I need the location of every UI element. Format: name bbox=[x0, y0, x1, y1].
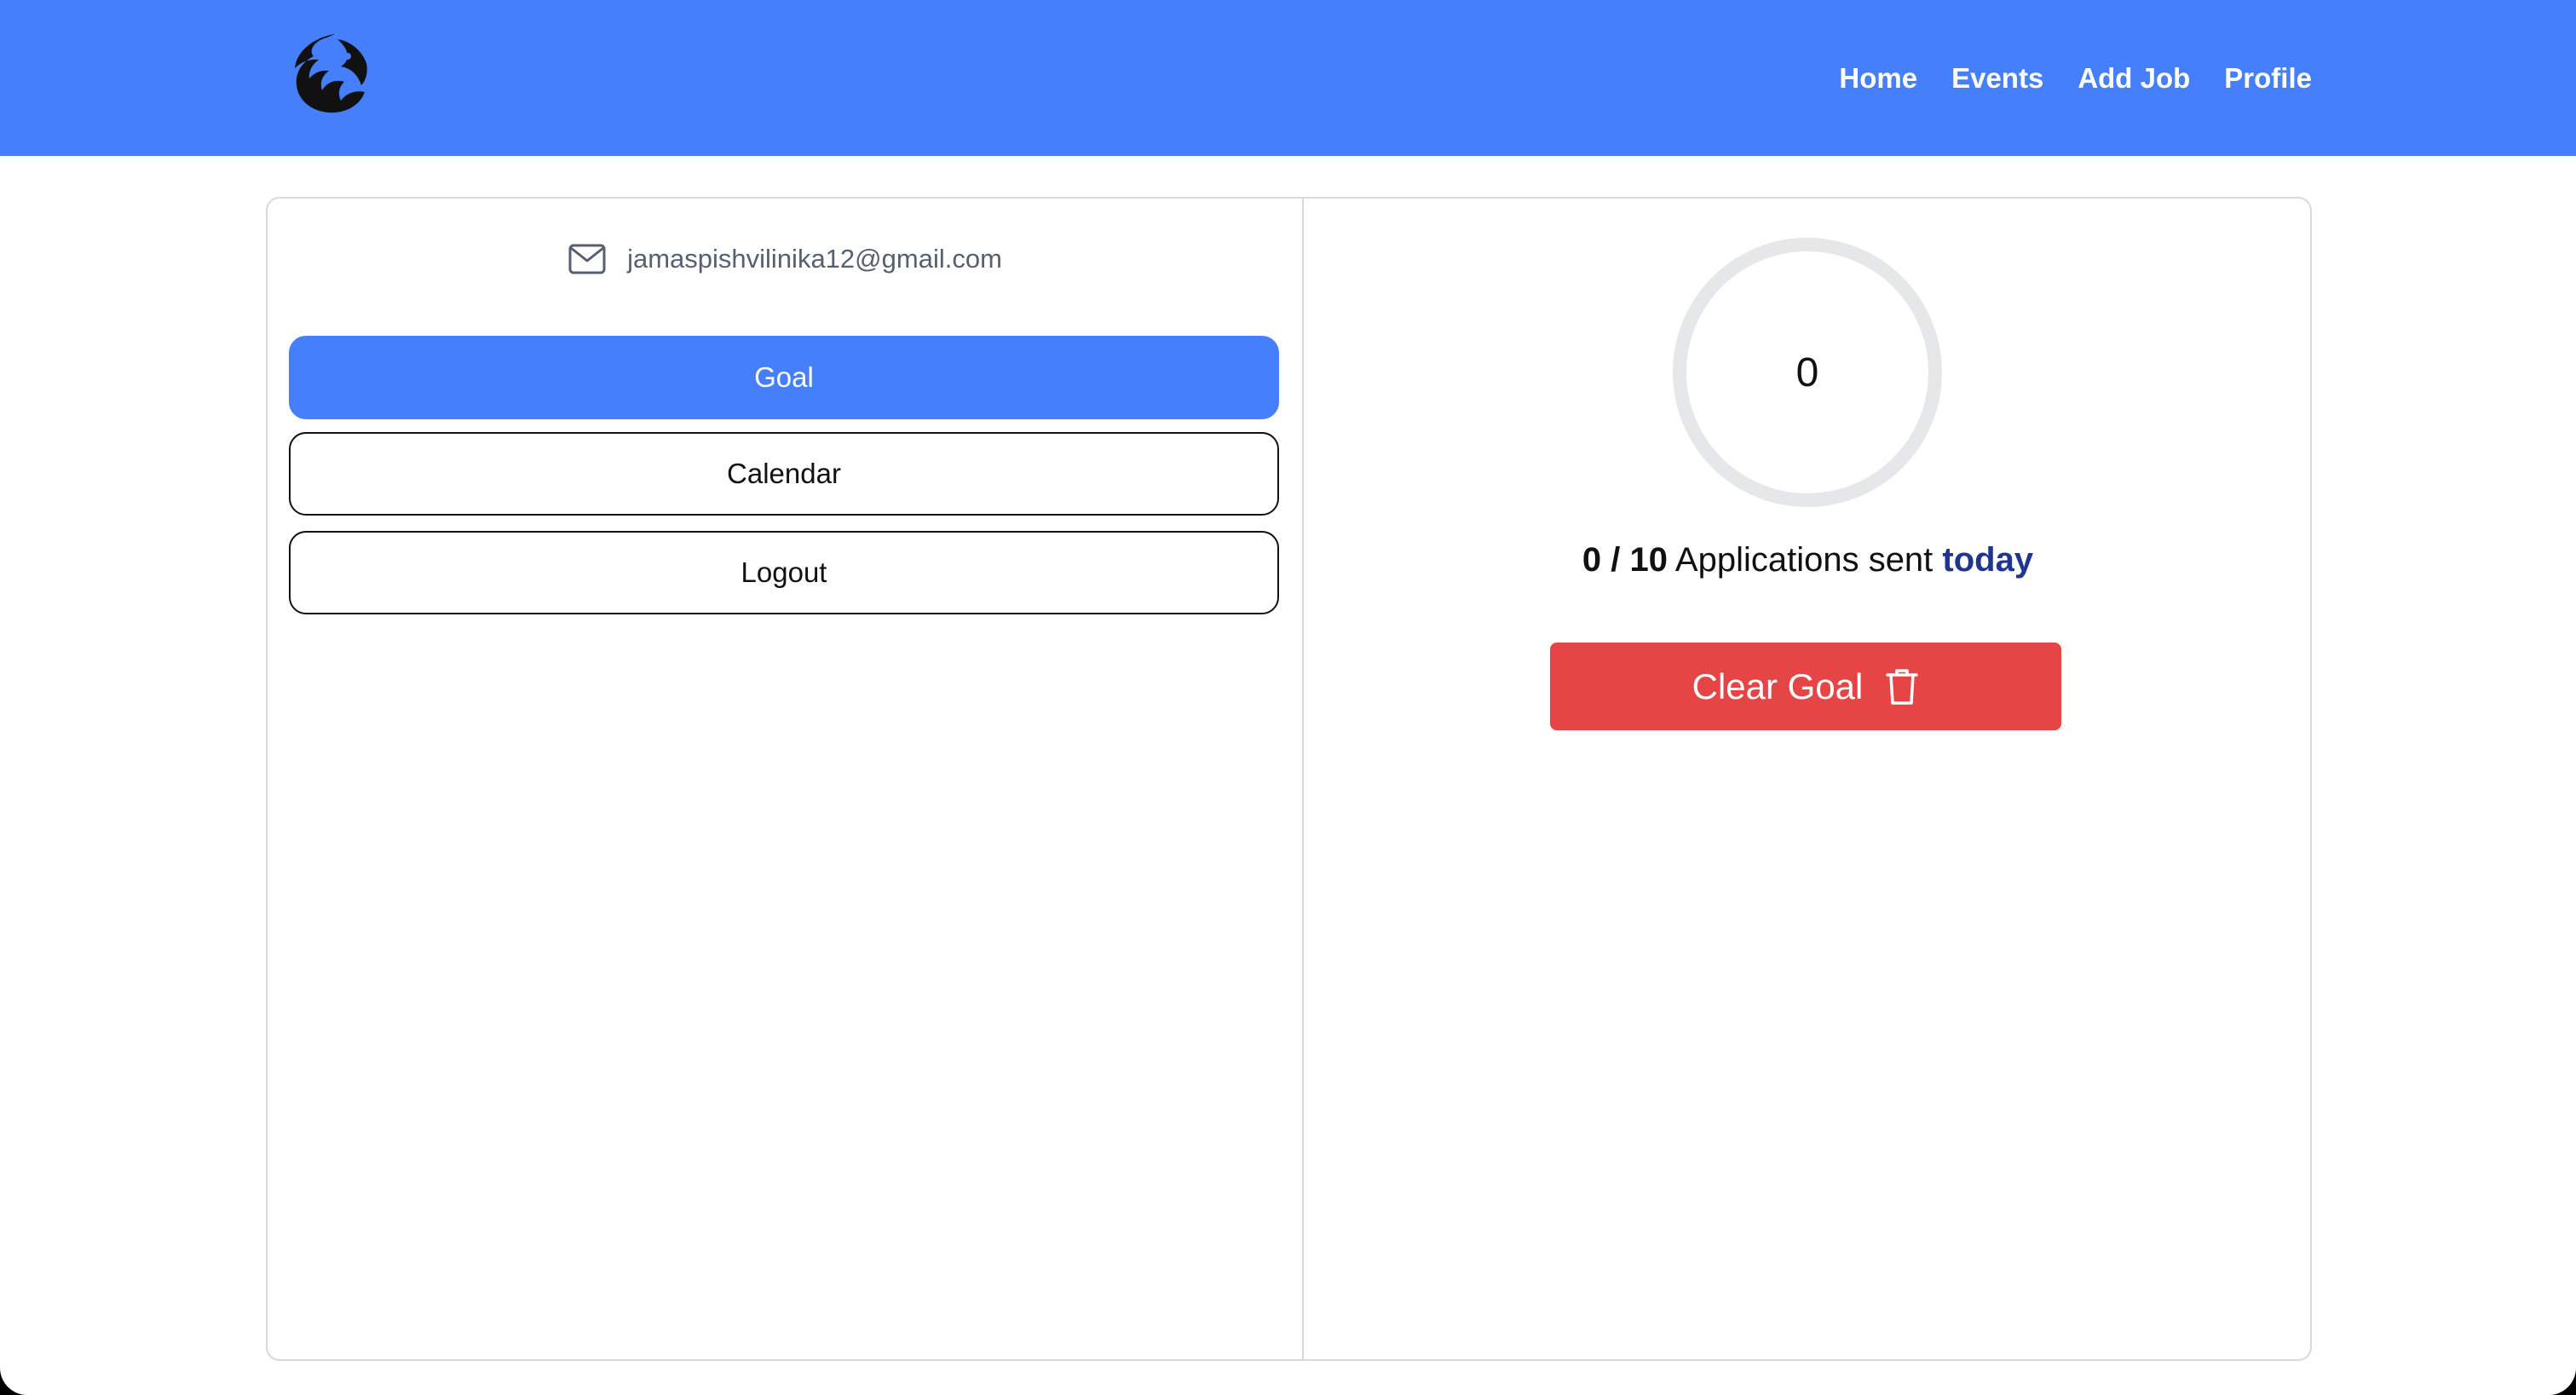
top-navbar: Home Events Add Job Profile bbox=[0, 0, 2576, 156]
nav-link-home[interactable]: Home bbox=[1839, 62, 1917, 95]
user-email: jamaspishvilinika12@gmail.com bbox=[627, 244, 1002, 274]
page: Home Events Add Job Profile jamaspishvil… bbox=[0, 0, 2576, 1395]
goal-button[interactable]: Goal bbox=[289, 336, 1279, 419]
shark-logo-icon[interactable] bbox=[288, 31, 373, 116]
user-email-row: jamaspishvilinika12@gmail.com bbox=[268, 243, 1302, 275]
mail-icon bbox=[568, 244, 606, 274]
calendar-button[interactable]: Calendar bbox=[289, 432, 1279, 516]
goal-target: 10 bbox=[1629, 541, 1668, 579]
sent-count: 0 bbox=[1582, 541, 1602, 579]
trash-icon bbox=[1886, 668, 1919, 705]
nav-link-add-job[interactable]: Add Job bbox=[2078, 62, 2190, 95]
profile-card: jamaspishvilinika12@gmail.com Goal Calen… bbox=[266, 197, 2312, 1361]
clear-goal-label: Clear Goal bbox=[1691, 666, 1864, 706]
count-separator: / bbox=[1601, 541, 1630, 579]
clear-goal-button[interactable]: Clear Goal bbox=[1550, 643, 2061, 730]
goal-progress-value: 0 bbox=[1795, 349, 1819, 395]
panel-divider bbox=[1302, 199, 1304, 1359]
goal-period: today bbox=[1942, 541, 2034, 579]
nav-link-events[interactable]: Events bbox=[1951, 62, 2043, 95]
logout-button[interactable]: Logout bbox=[289, 531, 1279, 614]
goal-status-text: 0 / 10 Applications sent today bbox=[1302, 541, 2314, 579]
nav-link-profile[interactable]: Profile bbox=[2224, 62, 2312, 95]
goal-label: Applications sent bbox=[1667, 541, 1943, 579]
nav-links: Home Events Add Job Profile bbox=[1839, 0, 2312, 156]
